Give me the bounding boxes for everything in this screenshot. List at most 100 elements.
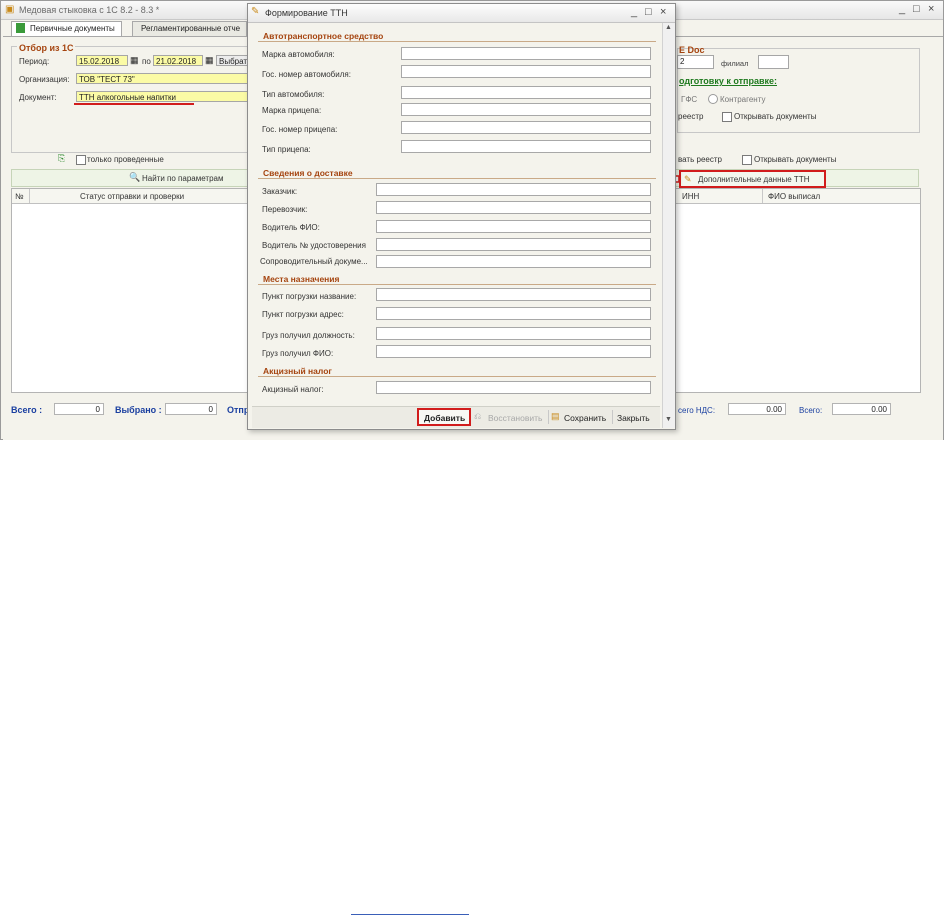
loading-point-address-input[interactable] bbox=[376, 307, 651, 320]
receiver-name-input[interactable] bbox=[376, 345, 651, 358]
dialog-maximize-button[interactable]: □ bbox=[645, 6, 652, 18]
column-status: Статус отправки и проверки bbox=[80, 192, 185, 201]
accompanying-doc-input[interactable] bbox=[376, 255, 651, 268]
refresh-icon[interactable]: ⎘ bbox=[58, 153, 65, 164]
car-brand-input[interactable] bbox=[401, 47, 651, 60]
sent-label: Отпр bbox=[227, 405, 250, 415]
total-label: Всего : bbox=[11, 405, 43, 415]
car-plate-label: Гос. номер автомобиля: bbox=[262, 70, 351, 79]
add-button[interactable]: Добавить bbox=[417, 408, 471, 426]
customer-label: Заказчик: bbox=[262, 187, 298, 196]
branch-field[interactable] bbox=[758, 55, 789, 69]
close-dialog-button[interactable]: Закрыть bbox=[617, 413, 650, 423]
save-button[interactable]: Сохранить bbox=[564, 413, 606, 423]
section-destination-title: Места назначения bbox=[263, 274, 340, 284]
receiver-position-label: Груз получил должность: bbox=[262, 331, 355, 340]
only-posted-checkbox[interactable] bbox=[76, 155, 86, 165]
document-label: Документ: bbox=[19, 93, 57, 102]
restore-icon: ⎌ bbox=[474, 411, 482, 421]
registry-label: реестр bbox=[678, 112, 704, 121]
dialog-minimize-button[interactable]: _ bbox=[631, 6, 637, 18]
car-type-input[interactable] bbox=[401, 86, 651, 99]
dialog-title-text: Формирование ТТН bbox=[265, 8, 348, 18]
car-plate-input[interactable] bbox=[401, 65, 651, 78]
customer-input[interactable] bbox=[376, 183, 651, 196]
driver-license-label: Водитель № удостоверения bbox=[262, 241, 366, 250]
close-button[interactable]: × bbox=[928, 3, 934, 15]
add-button-label: Добавить bbox=[424, 413, 466, 423]
column-divider bbox=[29, 189, 30, 203]
search-icon: 🔍 bbox=[129, 172, 141, 182]
column-divider bbox=[762, 189, 763, 203]
dialog-title-bar: ✎ Формирование ТТН _ □ × bbox=[248, 4, 675, 23]
carrier-input[interactable] bbox=[376, 201, 651, 214]
calendar-icon[interactable]: ▦ bbox=[130, 55, 139, 66]
section-divider bbox=[258, 178, 656, 179]
restore-button[interactable]: Восстановить bbox=[488, 413, 542, 423]
select-period-button[interactable]: Выбрат bbox=[216, 55, 248, 66]
find-by-params-button[interactable]: Найти по параметрам bbox=[142, 174, 223, 183]
excise-tax-input[interactable] bbox=[376, 381, 651, 394]
document-field[interactable]: ТТН алкогольные напитки bbox=[76, 91, 249, 102]
column-inn: ИНН bbox=[682, 192, 700, 201]
trailer-plate-label: Гос. номер прицепа: bbox=[262, 125, 338, 134]
number-field[interactable]: 2 bbox=[677, 55, 714, 69]
driver-license-input[interactable] bbox=[376, 238, 651, 251]
ttn-dialog: ✎ Формирование ТТН _ □ × Автотранспортно… bbox=[247, 3, 676, 430]
tab-regulated-reports[interactable]: Регламентированные отче bbox=[132, 21, 248, 36]
calendar-icon[interactable]: ▦ bbox=[205, 55, 214, 66]
tab-primary-documents[interactable]: Первичные документы bbox=[11, 21, 122, 37]
main-title-text: Медовая стыковка с 1С 8.2 - 8.3 * bbox=[19, 5, 160, 15]
receiver-name-label: Груз получил ФИО: bbox=[262, 349, 334, 358]
loading-point-name-input[interactable] bbox=[376, 288, 651, 301]
scroll-down-icon[interactable]: ▼ bbox=[665, 416, 672, 423]
tab-label: Первичные документы bbox=[30, 24, 115, 33]
trailer-type-input[interactable] bbox=[401, 140, 651, 153]
open-docs-label-1: Открывать документы bbox=[734, 112, 817, 121]
receiver-position-input[interactable] bbox=[376, 327, 651, 340]
column-issued-by: ФИО выписал bbox=[768, 192, 821, 201]
radio-contractor-label: Контрагенту bbox=[720, 95, 766, 104]
edit-icon: ✎ bbox=[684, 174, 692, 184]
extra-ttn-button[interactable]: ✎ Дополнительные данные ТТН bbox=[679, 170, 826, 188]
period-to-field[interactable]: 21.02.2018 bbox=[153, 55, 203, 66]
open-docs-checkbox-2[interactable] bbox=[742, 155, 752, 165]
car-type-label: Тип автомобиля: bbox=[262, 90, 325, 99]
maximize-button[interactable]: □ bbox=[913, 3, 920, 15]
driver-name-input[interactable] bbox=[376, 220, 651, 233]
sum-label: Всего: bbox=[799, 406, 823, 415]
vat-field: 0.00 bbox=[728, 403, 786, 415]
selected-field: 0 bbox=[165, 403, 217, 415]
dialog-close-button[interactable]: × bbox=[660, 6, 666, 18]
period-to-label: по bbox=[142, 57, 151, 66]
open-docs-label-2: Открывать документы bbox=[754, 155, 837, 164]
trailer-brand-input[interactable] bbox=[401, 103, 651, 116]
prepare-title: одготовку к отправке: bbox=[679, 76, 777, 86]
trailer-brand-label: Марка прицепа: bbox=[262, 106, 322, 115]
total-field: 0 bbox=[54, 403, 104, 415]
period-from-field[interactable]: 15.02.2018 bbox=[76, 55, 128, 66]
document-underline-annotation bbox=[74, 103, 194, 105]
open-docs-checkbox-1[interactable] bbox=[722, 112, 732, 122]
period-label: Период: bbox=[19, 57, 50, 66]
dialog-edit-icon: ✎ bbox=[251, 6, 260, 17]
dialog-scrollbar[interactable]: ▲ ▼ bbox=[662, 23, 675, 428]
contractor-radio[interactable] bbox=[708, 94, 718, 104]
make-registry-label: вать реестр bbox=[678, 155, 722, 164]
selected-label: Выбрано : bbox=[115, 405, 162, 415]
section-vehicle-title: Автотранспортное средство bbox=[263, 31, 384, 41]
carrier-label: Перевозчик: bbox=[262, 205, 308, 214]
section-excise-title: Акцизный налог bbox=[263, 366, 332, 376]
edoc-title: E Doc bbox=[679, 45, 705, 55]
trailer-plate-input[interactable] bbox=[401, 121, 651, 134]
section-divider bbox=[258, 284, 656, 285]
extra-ttn-label: Дополнительные данные ТТН bbox=[698, 175, 810, 184]
minimize-button[interactable]: _ bbox=[899, 3, 905, 15]
loading-point-address-label: Пункт погрузки адрес: bbox=[262, 310, 344, 319]
organization-label: Организация: bbox=[19, 75, 70, 84]
column-number: № bbox=[15, 192, 24, 201]
excise-tax-label: Акцизный налог: bbox=[262, 385, 324, 394]
organization-field[interactable]: ТОВ "ТЕСТ 73" bbox=[76, 73, 249, 84]
scroll-up-icon[interactable]: ▲ bbox=[665, 24, 672, 31]
driver-name-label: Водитель ФИО: bbox=[262, 223, 320, 232]
